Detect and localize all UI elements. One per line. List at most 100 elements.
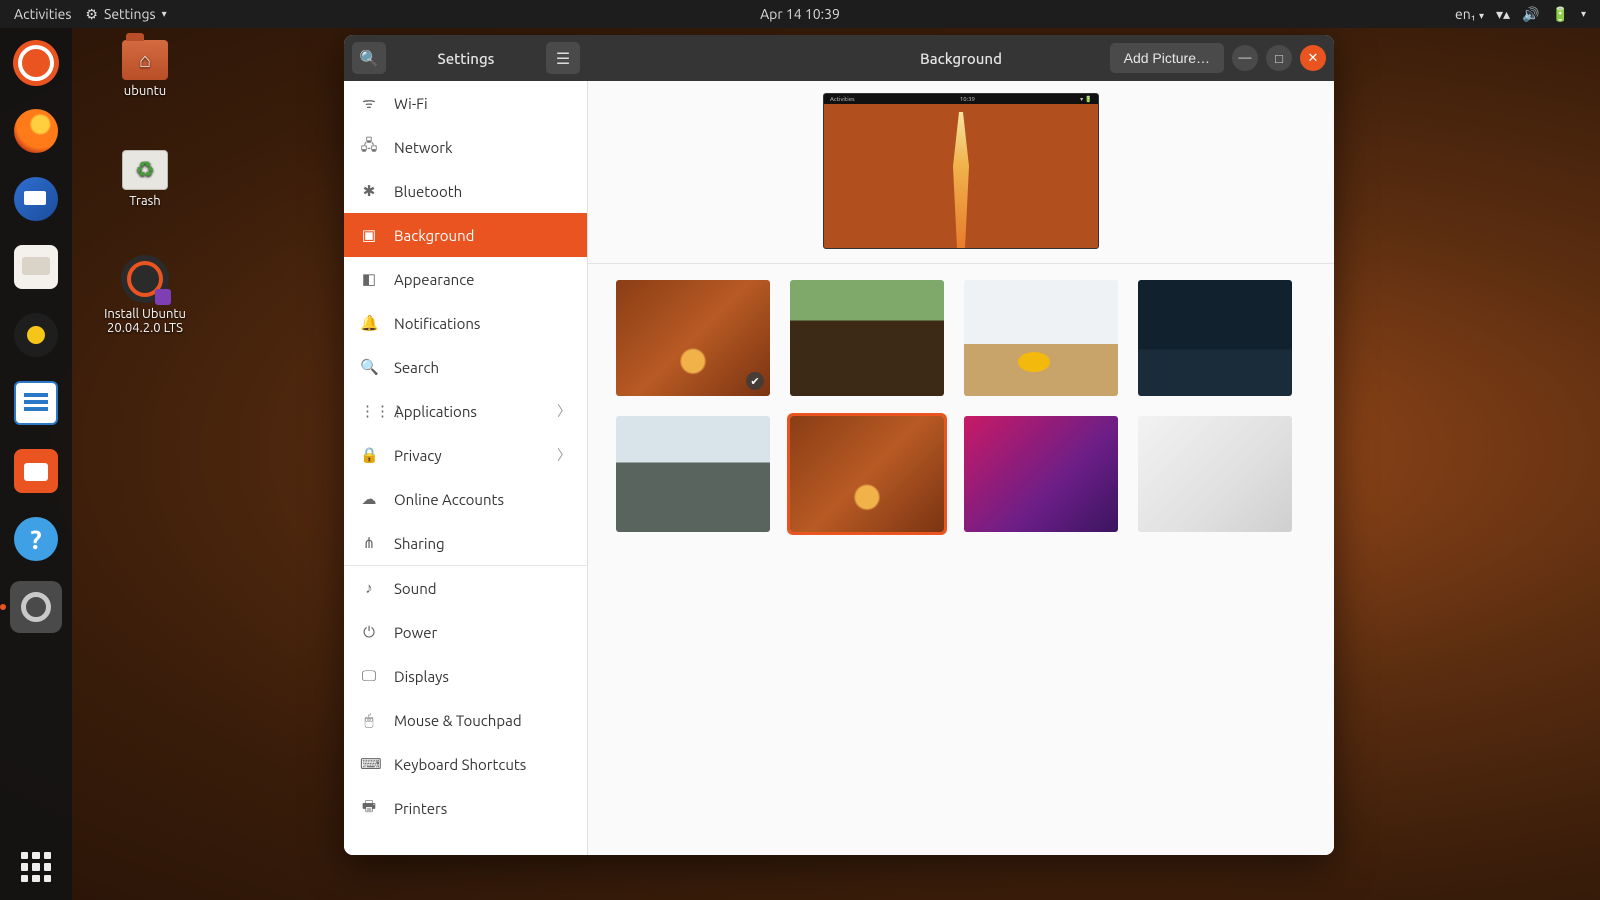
kbd-icon: ⌨	[360, 755, 378, 773]
sidebar-item-online-accounts[interactable]: ☁Online Accounts	[344, 477, 587, 521]
sidebar-item-sharing[interactable]: ⋔Sharing	[344, 521, 587, 565]
sidebar-item-label: Keyboard Shortcuts	[394, 756, 526, 773]
activities-button[interactable]: Activities	[14, 6, 71, 22]
sidebar-item-label: Network	[394, 139, 453, 156]
search-icon: 🔍	[360, 358, 378, 376]
sidebar-item-wi-fi[interactable]: ᯤ Wi-Fi	[344, 81, 587, 125]
minimize-icon: —	[1239, 51, 1252, 65]
wallpaper-thumb-6[interactable]	[964, 416, 1118, 532]
sidebar-item-keyboard-shortcuts[interactable]: ⌨ Keyboard Shortcuts	[344, 742, 587, 786]
music-icon	[14, 313, 58, 357]
monitor-preview[interactable]: Activities10:39▾ 🔋	[823, 93, 1099, 249]
dock-help[interactable]: ?	[9, 512, 63, 566]
help-icon: ?	[14, 517, 58, 561]
dock-settings[interactable]	[9, 580, 63, 634]
dock-thunderbird[interactable]	[9, 172, 63, 226]
dock-firefox[interactable]	[9, 104, 63, 158]
dock: ?	[0, 28, 72, 900]
settings-window: 🔍 Settings ☰ Background Add Picture… — □…	[344, 35, 1334, 855]
background-panel: Activities10:39▾ 🔋 ✔	[588, 81, 1334, 855]
titlebar: 🔍 Settings ☰ Background Add Picture… — □…	[344, 35, 1334, 81]
wallpaper-thumb-7[interactable]	[1138, 416, 1292, 532]
sidebar-item-privacy[interactable]: 🔒Privacy〉	[344, 433, 587, 477]
sidebar-item-label: Appearance	[394, 271, 474, 288]
mouse-icon: 🖱	[360, 711, 378, 729]
sidebar-item-label: Displays	[394, 668, 449, 685]
settings-icon	[10, 581, 62, 633]
sidebar-item-label: Sharing	[394, 535, 445, 552]
wallpaper-thumb-4[interactable]	[616, 416, 770, 532]
sidebar-item-search[interactable]: 🔍 Search	[344, 345, 587, 389]
desktop-home-folder[interactable]: ubuntu	[90, 40, 200, 98]
sound-icon: ♪	[360, 579, 378, 597]
chevron-right-icon: 〉	[557, 445, 571, 465]
sidebar-item-label: Applications	[394, 403, 477, 420]
desktop-installer[interactable]: Install Ubuntu 20.04.2.0 LTS	[80, 255, 210, 335]
desktop-trash[interactable]: Trash	[90, 150, 200, 208]
dock-ubuntu[interactable]	[9, 36, 63, 90]
bg-icon: ▣	[360, 226, 378, 244]
current-wallpaper-preview: Activities10:39▾ 🔋	[588, 81, 1334, 264]
thunderbird-icon	[14, 177, 58, 221]
app-icon: ◧	[360, 270, 378, 288]
preview-status-icons: ▾ 🔋	[1080, 96, 1092, 103]
wifi-icon: ᯤ	[360, 93, 378, 113]
notif-icon: 🔔	[360, 314, 378, 332]
bt-icon: ✱	[360, 182, 378, 200]
firefox-icon	[14, 109, 58, 153]
sidebar-item-notifications[interactable]: 🔔Notifications	[344, 301, 587, 345]
sidebar-item-displays[interactable]: 🖵 Displays	[344, 654, 587, 698]
sidebar-item-applications[interactable]: ⋮⋮⋮Applications〉	[344, 389, 587, 433]
dock-software[interactable]	[9, 444, 63, 498]
cloud-icon: ☁	[360, 490, 378, 508]
sidebar-item-label: Printers	[394, 800, 447, 817]
folder-home-icon	[122, 40, 168, 80]
top-panel: Activities ⚙ Settings ▾ Apr 14 10:39 en₁…	[0, 0, 1600, 28]
sidebar-item-appearance[interactable]: ◧ Appearance	[344, 257, 587, 301]
ubuntu-icon	[13, 40, 59, 86]
dock-writer[interactable]	[9, 376, 63, 430]
installer-icon	[121, 255, 169, 303]
print-icon: 🖶	[360, 796, 378, 821]
sidebar-item-label: Bluetooth	[394, 183, 462, 200]
sidebar-item-label: Search	[394, 359, 439, 376]
input-lang[interactable]: en₁ ▾	[1455, 6, 1484, 22]
sidebar-item-label: Background	[394, 227, 474, 244]
apps-icon: ⋮⋮⋮	[360, 402, 378, 420]
add-picture-button[interactable]: Add Picture…	[1110, 43, 1224, 73]
maximize-button[interactable]: □	[1266, 45, 1292, 71]
gear-icon: ⚙	[85, 6, 98, 23]
power-icon: ⏻	[360, 623, 378, 641]
app-menu[interactable]: ⚙ Settings ▾	[85, 6, 166, 23]
sidebar-item-bluetooth[interactable]: ✱ Bluetooth	[344, 169, 587, 213]
clock[interactable]: Apr 14 10:39	[760, 6, 840, 22]
wallpaper-thumb-2[interactable]	[964, 280, 1118, 396]
sidebar-item-label: Wi-Fi	[394, 95, 428, 112]
sidebar-item-mouse-touchpad[interactable]: 🖱Mouse & Touchpad	[344, 698, 587, 742]
close-button[interactable]: ✕	[1300, 45, 1326, 71]
net-icon: 🖧	[360, 135, 378, 160]
minimize-button[interactable]: —	[1232, 45, 1258, 71]
wallpaper-thumb-0[interactable]: ✔	[616, 280, 770, 396]
desktop-installer-label: Install Ubuntu 20.04.2.0 LTS	[80, 307, 210, 335]
show-applications[interactable]	[21, 852, 51, 882]
system-menu-caret[interactable]: ▾	[1581, 8, 1586, 20]
wallpaper-thumb-5[interactable]	[790, 416, 944, 532]
sidebar-item-sound[interactable]: ♪ Sound	[344, 566, 587, 610]
volume-icon[interactable]: 🔊	[1522, 6, 1539, 23]
wallpaper-thumb-1[interactable]	[790, 280, 944, 396]
dock-rhythmbox[interactable]	[9, 308, 63, 362]
close-icon: ✕	[1308, 51, 1319, 66]
sidebar-item-background[interactable]: ▣ Background	[344, 213, 587, 257]
app-menu-label: Settings	[104, 6, 156, 22]
sidebar-item-power[interactable]: ⏻Power	[344, 610, 587, 654]
sidebar-item-printers[interactable]: 🖶 Printers	[344, 786, 587, 830]
sidebar-item-label: Sound	[394, 580, 437, 597]
sidebar-item-network[interactable]: 🖧 Network	[344, 125, 587, 169]
battery-icon[interactable]: 🔋	[1552, 6, 1569, 23]
window-title-left: Settings	[344, 50, 588, 67]
disp-icon: 🖵	[360, 667, 378, 685]
wallpaper-thumb-3[interactable]	[1138, 280, 1292, 396]
dock-files[interactable]	[9, 240, 63, 294]
network-icon[interactable]: ▾▴	[1496, 6, 1510, 23]
